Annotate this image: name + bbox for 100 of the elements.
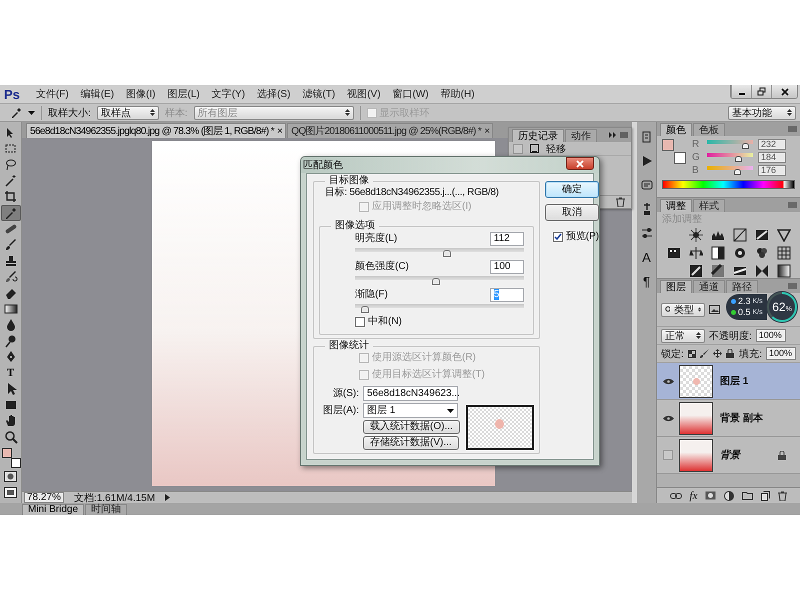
opacity-field[interactable]: 100% [756, 329, 786, 342]
adjustment-icon[interactable] [754, 228, 768, 242]
menu-item[interactable]: 视图(V) [341, 87, 387, 101]
sample-size-dropdown[interactable]: 取样点 [96, 106, 159, 120]
layer-name[interactable]: 背景 [720, 448, 740, 462]
checkbox[interactable] [552, 232, 563, 242]
slider-thumb[interactable] [735, 156, 742, 162]
panel-button[interactable]: ¶ [638, 272, 656, 290]
menu-item[interactable]: 选择(S) [251, 87, 296, 101]
adjustment-icon[interactable] [732, 264, 746, 278]
color-spectrum[interactable] [662, 180, 795, 189]
adjustment-icon[interactable] [776, 246, 790, 260]
channel-value-field[interactable]: 176 [758, 165, 786, 176]
slider-thumb[interactable] [742, 142, 750, 148]
menu-item[interactable]: 编辑(E) [74, 87, 120, 101]
background-color-swatch[interactable] [10, 458, 20, 468]
effects-button[interactable]: fx [690, 490, 698, 502]
close-button[interactable] [566, 157, 594, 170]
foreground-color-swatch[interactable] [662, 139, 674, 151]
adjustment-icon[interactable] [688, 228, 702, 242]
panel-tab[interactable]: 历史记录 [512, 129, 564, 142]
background-color-swatch[interactable] [674, 152, 686, 164]
checkerboard-icon[interactable] [688, 350, 696, 358]
tab-close-button[interactable]: × [277, 126, 282, 136]
panel-tab[interactable]: 图层 [660, 280, 692, 293]
adjustment-icon[interactable] [732, 246, 746, 260]
document-tab[interactable]: 56e8d18cN34962355.jpglq80.jpg @ 78.3% (图层 1, RGB/8#) * × [26, 123, 286, 138]
adjustment-icon[interactable] [710, 246, 724, 260]
menu-item[interactable]: 图层(L) [161, 87, 206, 101]
panel-tab[interactable]: 时间轴 [85, 504, 128, 515]
checkbox[interactable] [355, 317, 365, 327]
menu-item[interactable]: 文字(Y) [206, 87, 252, 101]
document-tab[interactable]: QQ图片20180611000511.jpg @ 25%(RGB/8#) * × [287, 123, 494, 138]
collapse-icon[interactable] [609, 132, 617, 138]
menu-item[interactable]: 窗口(W) [386, 87, 435, 101]
fill-field[interactable]: 100% [766, 347, 796, 360]
menu-icon[interactable] [620, 132, 628, 138]
value-field[interactable]: 100 [490, 260, 524, 274]
image-icon[interactable] [709, 305, 720, 314]
arrow-icon[interactable] [165, 494, 170, 501]
panel-tab[interactable]: 动作 [565, 129, 597, 142]
filter-dropdown[interactable]: 类型 [661, 302, 705, 316]
panel-tab[interactable]: 色板 [693, 123, 725, 136]
workspace-dropdown[interactable]: 基本功能 [728, 106, 796, 120]
trash-icon[interactable] [616, 197, 625, 207]
tab-close-button[interactable]: × [484, 126, 490, 136]
adjustment-icon[interactable] [666, 246, 680, 260]
adjustment-icon[interactable] [688, 264, 702, 278]
adjustment-icon[interactable] [710, 264, 724, 278]
menu-item[interactable]: 文件(F) [30, 87, 75, 101]
layer-name[interactable]: 图层 1 [720, 374, 748, 388]
adjustment-icon[interactable] [688, 246, 702, 260]
screen-mode-icon[interactable] [4, 486, 17, 498]
restore-button[interactable] [751, 85, 771, 98]
eyedropper-icon[interactable] [10, 106, 22, 118]
trash-icon[interactable] [778, 490, 788, 500]
menu-icon[interactable] [788, 282, 797, 288]
brush-icon[interactable] [700, 349, 709, 358]
layer-row[interactable]: 背景 [657, 437, 800, 474]
dialog-button[interactable]: 取消 [544, 204, 600, 221]
layer-name[interactable]: 背景 副本 [720, 411, 763, 425]
panel-tab[interactable]: 颜色 [660, 123, 692, 136]
adjustment-icon[interactable] [776, 228, 790, 242]
adjustment-icon[interactable] [776, 264, 790, 278]
stats-button[interactable]: 存储统计数据(V)... [363, 436, 459, 450]
menu-item[interactable]: 帮助(H) [434, 87, 481, 101]
tool-button[interactable] [0, 205, 20, 221]
dialog-button[interactable]: 确定 [544, 181, 600, 198]
panel-tab[interactable]: 调整 [660, 199, 692, 212]
adjustment-icon[interactable] [732, 228, 746, 242]
value-field[interactable]: 112 [490, 232, 524, 246]
panel-tab[interactable]: 样式 [693, 199, 725, 212]
source-dropdown[interactable]: 56e8d18cN349623... [363, 386, 458, 401]
eye-icon[interactable] [662, 378, 674, 384]
channel-value-field[interactable]: 184 [758, 152, 786, 163]
half-circle-icon[interactable] [724, 490, 734, 500]
folder-icon[interactable] [742, 491, 754, 500]
visibility-toggle[interactable] [663, 450, 673, 460]
menu-item[interactable]: 图像(I) [120, 87, 162, 101]
lock-icon[interactable] [726, 349, 734, 358]
panel-tab[interactable]: 路径 [726, 280, 758, 293]
channel-value-field[interactable]: 232 [758, 139, 786, 150]
quick-mask-icon[interactable] [4, 470, 17, 482]
slider-thumb[interactable] [734, 168, 741, 174]
panel-tab[interactable]: Mini Bridge [22, 504, 84, 515]
slider-thumb[interactable] [361, 306, 370, 313]
stats-button[interactable]: 载入统计数据(O)... [363, 420, 460, 434]
menu-icon[interactable] [788, 126, 797, 132]
layer-dropdown[interactable]: 图层 1 [363, 403, 458, 418]
slider-thumb[interactable] [432, 278, 440, 285]
new-page-icon[interactable] [761, 490, 770, 500]
layer-row[interactable]: 背景 副本 [657, 400, 800, 437]
close-button[interactable] [771, 85, 797, 98]
adjustment-icon[interactable] [754, 246, 768, 260]
panel-tab[interactable]: 通道 [693, 280, 725, 293]
zoom-field[interactable]: 78.27% [24, 492, 64, 503]
move-icon[interactable] [712, 349, 722, 358]
link-icon[interactable] [670, 492, 682, 498]
eye-icon[interactable] [662, 414, 674, 422]
layer-row[interactable]: 图层 1 [657, 363, 800, 400]
